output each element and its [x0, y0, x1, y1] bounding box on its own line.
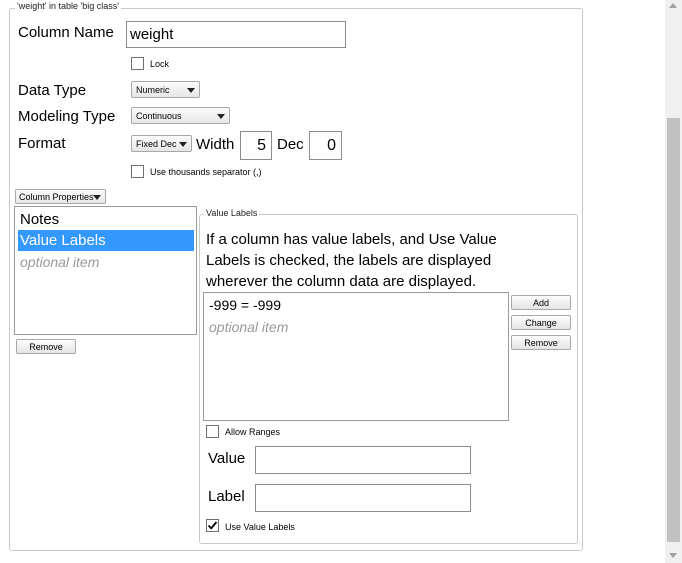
- thousands-separator-label: Use thousands separator (,): [150, 167, 262, 177]
- remove-property-button[interactable]: Remove: [16, 339, 76, 354]
- use-value-labels-label: Use Value Labels: [225, 522, 295, 532]
- value-labels-title: Value Labels: [204, 208, 260, 218]
- value-labels-desc-line1: If a column has value labels, and Use Va…: [206, 231, 497, 248]
- data-type-label: Data Type: [18, 82, 87, 99]
- chevron-down-icon: [217, 113, 225, 119]
- format-label: Format: [18, 135, 66, 152]
- remove-value-label-button[interactable]: Remove: [511, 335, 571, 350]
- list-item-optional[interactable]: optional item: [18, 252, 194, 273]
- allow-ranges-label: Allow Ranges: [225, 427, 281, 437]
- scroll-up-arrow-icon[interactable]: [669, 3, 677, 8]
- list-item-notes[interactable]: Notes: [18, 209, 194, 230]
- chevron-down-icon: [179, 141, 187, 147]
- chevron-down-icon: [187, 87, 195, 93]
- allow-ranges-checkbox[interactable]: [206, 425, 219, 438]
- value-input[interactable]: [255, 446, 471, 474]
- modeling-type-dropdown[interactable]: Continuous: [131, 107, 230, 124]
- column-properties-label: Column Properties: [19, 191, 94, 202]
- thousands-separator-checkbox[interactable]: [131, 165, 144, 178]
- value-labels-desc-line3: wherever the column data are displayed.: [206, 273, 477, 290]
- list-item-value-labels[interactable]: Value Labels: [18, 230, 194, 251]
- label-field-label: Label: [208, 488, 245, 505]
- column-name-input[interactable]: weight: [126, 21, 346, 48]
- width-label: Width: [196, 136, 235, 153]
- column-name-value: weight: [130, 26, 174, 43]
- scrollbar-thumb[interactable]: [667, 118, 680, 542]
- dec-label: Dec: [277, 136, 304, 153]
- scroll-down-arrow-icon[interactable]: [669, 553, 677, 558]
- format-dropdown[interactable]: Fixed Dec: [131, 135, 192, 152]
- properties-list[interactable]: Notes Value Labels optional item: [14, 206, 197, 335]
- modeling-type-label: Modeling Type: [18, 108, 116, 125]
- checkmark-icon: [207, 521, 218, 530]
- width-input[interactable]: 5: [240, 131, 272, 160]
- lock-checkbox[interactable]: [131, 57, 144, 70]
- label-input[interactable]: [255, 484, 471, 512]
- lock-label: Lock: [150, 59, 170, 69]
- value-field-label: Value: [208, 450, 246, 467]
- vertical-scrollbar[interactable]: [665, 0, 682, 563]
- chevron-down-icon: [93, 194, 101, 200]
- dec-value: 0: [327, 136, 336, 154]
- value-labels-list[interactable]: -999 = -999 optional item: [203, 292, 509, 421]
- add-button[interactable]: Add: [511, 295, 571, 310]
- value-label-item[interactable]: -999 = -999: [207, 295, 506, 316]
- data-type-dropdown[interactable]: Numeric: [131, 81, 200, 98]
- group-title: 'weight' in table 'big class': [15, 1, 121, 11]
- modeling-type-value: Continuous: [136, 110, 182, 121]
- dec-input[interactable]: 0: [309, 131, 342, 160]
- change-button[interactable]: Change: [511, 315, 571, 330]
- data-type-value: Numeric: [136, 84, 170, 95]
- value-label-optional-item[interactable]: optional item: [207, 317, 506, 338]
- column-properties-dropdown[interactable]: Column Properties: [15, 189, 106, 204]
- width-value: 5: [257, 136, 266, 154]
- value-labels-desc-line2: Labels is checked, the labels are displa…: [206, 252, 492, 269]
- format-value: Fixed Dec: [136, 138, 177, 149]
- column-name-label: Column Name: [18, 24, 114, 41]
- use-value-labels-checkbox[interactable]: [206, 519, 219, 532]
